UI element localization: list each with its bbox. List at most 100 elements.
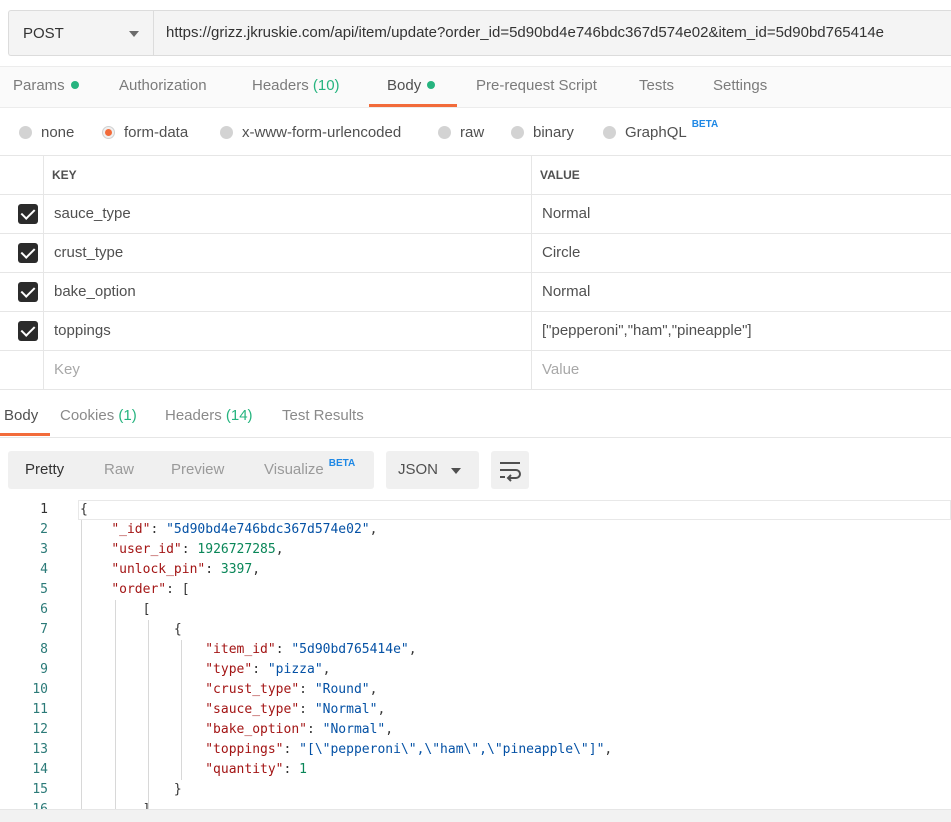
tab-label: Tests	[639, 77, 675, 94]
radio-binary[interactable]: binary	[511, 108, 574, 156]
key-cell[interactable]: sauce_type	[45, 195, 532, 233]
code-line: 4 "unlock_pin": 3397,	[0, 560, 951, 580]
line-number: 16	[0, 800, 48, 809]
value-text: Normal	[542, 283, 591, 300]
radio-label: none	[41, 123, 75, 141]
value-cell[interactable]: Normal	[533, 195, 951, 233]
tab-pre-request-script[interactable]: Pre-request Script	[476, 67, 597, 107]
tab-authorization[interactable]: Authorization	[119, 67, 207, 107]
line-number: 10	[32, 682, 48, 697]
radio-selected-icon	[102, 125, 115, 139]
tab-cookies[interactable]: Cookies (1)	[60, 396, 137, 436]
view-raw-button[interactable]: Raw	[104, 451, 134, 489]
tab-params[interactable]: Params	[13, 67, 79, 107]
code-text: "toppings": "[\"pepperoni\",\"ham\",\"pi…	[205, 742, 613, 757]
checkbox-checked-icon[interactable]	[18, 204, 38, 224]
checkbox-checked-icon[interactable]	[18, 282, 38, 302]
radio-label: binary	[533, 123, 574, 141]
header-key-cell: KEY	[45, 156, 532, 194]
code-line: 12 "bake_option": "Normal",	[0, 720, 951, 740]
code-line: 13 "toppings": "[\"pepperoni\",\"ham\",\…	[0, 740, 951, 760]
header-value-cell: VALUE	[533, 156, 951, 194]
line-number: 8	[40, 642, 48, 657]
code-text: ]	[80, 800, 151, 809]
code-line: 11 "sauce_type": "Normal",	[0, 700, 951, 720]
code-line: 9 "type": "pizza",	[0, 660, 951, 680]
horizontal-scrollbar[interactable]	[0, 809, 951, 822]
method-select[interactable]: POST	[9, 11, 154, 55]
key-input[interactable]: Key	[45, 351, 532, 389]
radio-label: form-data	[124, 123, 189, 141]
value-cell[interactable]: Circle	[533, 234, 951, 272]
tab-label: Headers	[252, 77, 309, 94]
radio-graphql[interactable]: GraphQL BETA	[603, 108, 718, 156]
code-line: 2 "_id": "5d90bd4e746bdc367d574e02",	[0, 520, 951, 540]
line-number: 9	[40, 662, 48, 677]
table-row: bake_option Normal	[0, 273, 951, 312]
key-cell[interactable]: bake_option	[45, 273, 532, 311]
beta-badge: BETA	[691, 118, 719, 130]
tab-label: Settings	[713, 77, 768, 94]
column-header-value: VALUE	[540, 168, 580, 182]
wrap-lines-button[interactable]	[491, 451, 529, 489]
radio-icon	[220, 125, 233, 139]
line-number: 7	[40, 622, 48, 637]
view-mode-selector: Pretty Raw Preview Visualize BETA	[8, 451, 374, 489]
url-input[interactable]: https://grizz.jkruskie.com/api/item/upda…	[166, 11, 884, 55]
radio-form-data[interactable]: form-data	[102, 108, 188, 156]
tab-label: Body	[387, 77, 422, 94]
tab-tests[interactable]: Tests	[639, 67, 674, 107]
code-line: 7 {	[0, 620, 951, 640]
tab-label: Test Results	[282, 407, 364, 424]
line-number: 3	[40, 542, 48, 557]
value-cell[interactable]: ["pepperoni","ham","pineapple"]	[533, 312, 951, 350]
active-tab-indicator	[369, 104, 457, 107]
code-line: 5 "order": [	[0, 580, 951, 600]
radio-label: x-www-form-urlencoded	[242, 123, 402, 141]
code-text: "_id": "5d90bd4e746bdc367d574e02",	[111, 522, 378, 537]
code-text: "item_id": "5d90bd765414e",	[205, 642, 417, 657]
value-placeholder: Value	[542, 361, 580, 378]
radio-none[interactable]: none	[19, 108, 74, 156]
key-cell[interactable]: crust_type	[45, 234, 532, 272]
tab-test-results[interactable]: Test Results	[282, 396, 364, 436]
key-placeholder: Key	[54, 361, 80, 378]
code-line: 6 [	[0, 600, 951, 620]
tab-headers[interactable]: Headers (10)	[252, 67, 340, 107]
table-header: KEY VALUE	[0, 156, 951, 195]
request-tabs: Params Authorization Headers (10) Body P…	[0, 66, 951, 108]
value-input[interactable]: Value	[533, 351, 951, 389]
tab-settings[interactable]: Settings	[713, 67, 767, 107]
checkbox-checked-icon[interactable]	[18, 243, 38, 263]
view-pretty-button[interactable]: Pretty	[25, 451, 64, 489]
radio-label: GraphQL	[625, 123, 687, 141]
tab-body[interactable]: Body	[387, 67, 436, 107]
tab-response-headers[interactable]: Headers (14)	[165, 396, 253, 436]
checkbox-cell	[0, 273, 44, 311]
checkbox-cell	[0, 195, 44, 233]
key-cell[interactable]: toppings	[45, 312, 532, 350]
header-checkbox-cell	[0, 156, 44, 194]
code-line: 8 "item_id": "5d90bd765414e",	[0, 640, 951, 660]
response-body-viewer[interactable]: 1{2 "_id": "5d90bd4e746bdc367d574e02", 3 …	[0, 500, 951, 809]
value-text: Circle	[542, 244, 581, 261]
format-select[interactable]: JSON	[386, 451, 479, 489]
checkbox-checked-icon[interactable]	[18, 321, 38, 341]
visualize-label: Visualize	[264, 461, 324, 478]
line-number: 15	[32, 782, 48, 797]
status-dot-icon	[70, 81, 79, 89]
key-text: bake_option	[54, 283, 136, 300]
column-header-key: KEY	[52, 168, 77, 182]
tab-response-body[interactable]: Body	[4, 396, 38, 436]
table-row: crust_type Circle	[0, 234, 951, 273]
value-cell[interactable]: Normal	[533, 273, 951, 311]
checkbox-cell	[0, 312, 44, 350]
table-row: sauce_type Normal	[0, 195, 951, 234]
radio-raw[interactable]: raw	[438, 108, 484, 156]
body-type-radio-group: none form-data x-www-form-urlencoded raw…	[0, 108, 951, 156]
checkbox-cell	[0, 234, 44, 272]
view-preview-button[interactable]: Preview	[171, 451, 224, 489]
line-number: 13	[32, 742, 48, 757]
radio-x-www-form-urlencoded[interactable]: x-www-form-urlencoded	[220, 108, 401, 156]
view-visualize-button[interactable]: Visualize BETA	[264, 451, 355, 489]
